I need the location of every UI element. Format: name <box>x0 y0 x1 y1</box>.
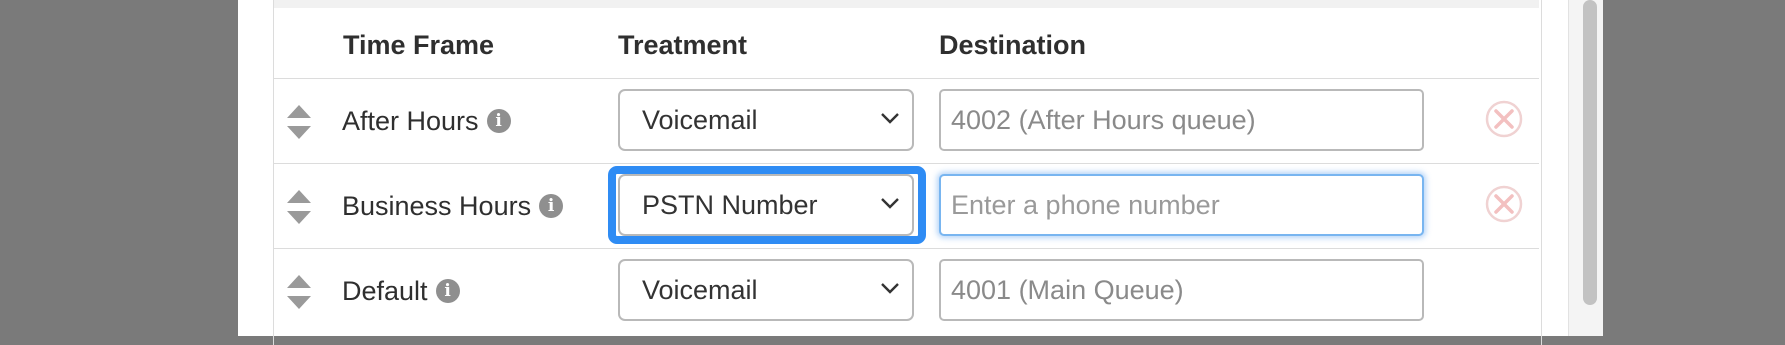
destination-input[interactable] <box>939 174 1424 236</box>
header-destination: Destination <box>939 30 1087 60</box>
info-icon[interactable]: i <box>486 108 511 133</box>
remove-icon[interactable] <box>1484 99 1524 139</box>
header-treatment: Treatment <box>618 30 748 60</box>
info-icon[interactable]: i <box>539 193 564 218</box>
time-frame-name: Business Hours <box>342 191 532 221</box>
time-frame-label: After Hours i <box>342 79 511 163</box>
destination-input[interactable] <box>939 89 1424 151</box>
scrollbar-thumb[interactable] <box>1583 0 1597 305</box>
chevron-down-icon <box>881 198 899 209</box>
remove-icon[interactable] <box>1484 184 1524 224</box>
info-icon[interactable]: i <box>435 278 460 303</box>
time-frame-name: After Hours <box>342 106 479 136</box>
time-frame-name: Default <box>342 276 428 306</box>
table-row: Default i Voicemail <box>274 249 1539 333</box>
time-frame-label: Default i <box>342 249 460 333</box>
treatment-select[interactable]: PSTN Number <box>618 174 914 236</box>
time-frame-label: Business Hours i <box>342 164 564 248</box>
table-top-band <box>274 0 1539 8</box>
treatment-value: PSTN Number <box>642 190 818 220</box>
treatment-value: Voicemail <box>642 105 758 135</box>
treatment-select[interactable]: Voicemail <box>618 259 914 321</box>
treatment-select[interactable]: Voicemail <box>618 89 914 151</box>
destination-input[interactable] <box>939 259 1424 321</box>
chevron-down-icon <box>881 283 899 294</box>
header-time-frame: Time Frame <box>343 30 495 60</box>
drag-handle-icon[interactable] <box>285 188 313 226</box>
drag-handle-icon[interactable] <box>285 103 313 141</box>
drag-handle-icon[interactable] <box>285 273 313 311</box>
table-row: Business Hours i PSTN Number <box>274 164 1539 248</box>
chevron-down-icon <box>881 113 899 124</box>
table-row: After Hours i Voicemail <box>274 79 1539 163</box>
treatment-value: Voicemail <box>642 275 758 305</box>
